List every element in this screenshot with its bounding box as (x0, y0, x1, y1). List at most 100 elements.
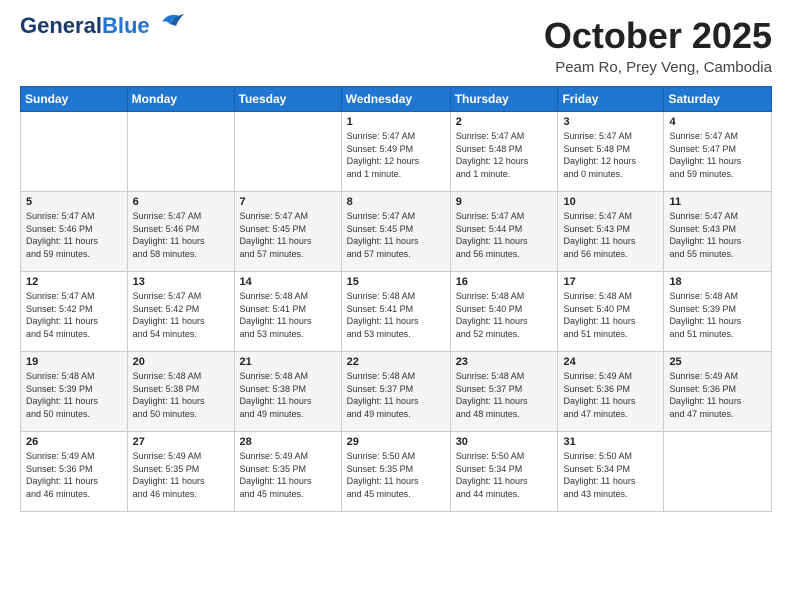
calendar-week-row: 5 Sunrise: 5:47 AM Sunset: 5:46 PM Daylig… (21, 192, 772, 272)
day-number: 15 (347, 276, 445, 288)
calendar-cell: 23 Sunrise: 5:48 AM Sunset: 5:37 PM Dayli… (450, 352, 558, 432)
calendar-cell: 6 Sunrise: 5:47 AM Sunset: 5:46 PM Daylig… (127, 192, 234, 272)
calendar-cell: 5 Sunrise: 5:47 AM Sunset: 5:46 PM Daylig… (21, 192, 128, 272)
day-number: 23 (456, 356, 553, 368)
day-number: 24 (563, 356, 658, 368)
day-info: Sunrise: 5:49 AM Sunset: 5:35 PM Dayligh… (240, 450, 336, 500)
calendar-cell: 22Sunrise: 5:48 AM Sunset: 5:37 PM Dayli… (341, 352, 450, 432)
day-number: 18 (669, 276, 766, 288)
day-number: 11 (669, 196, 766, 208)
weekday-header: Wednesday (341, 87, 450, 112)
day-number: 21 (240, 356, 336, 368)
day-number: 1 (347, 116, 445, 128)
day-number: 20 (133, 356, 229, 368)
day-info: Sunrise: 5:47 AM Sunset: 5:43 PM Dayligh… (563, 210, 658, 260)
day-info: Sunrise: 5:47 AM Sunset: 5:47 PM Dayligh… (669, 130, 766, 180)
day-number: 28 (240, 436, 336, 448)
calendar-cell: 15Sunrise: 5:48 AM Sunset: 5:41 PM Dayli… (341, 272, 450, 352)
day-info: Sunrise: 5:48 AM Sunset: 5:37 PM Dayligh… (456, 370, 553, 420)
day-info: Sunrise: 5:48 AM Sunset: 5:41 PM Dayligh… (240, 290, 336, 340)
day-number: 9 (456, 196, 553, 208)
calendar-cell: 17 Sunrise: 5:48 AM Sunset: 5:40 PM Dayli… (558, 272, 664, 352)
day-number: 3 (563, 116, 658, 128)
day-number: 30 (456, 436, 553, 448)
day-number: 5 (26, 196, 122, 208)
calendar-cell (21, 112, 128, 192)
calendar-cell: 11 Sunrise: 5:47 AM Sunset: 5:43 PM Dayli… (664, 192, 772, 272)
weekday-header: Monday (127, 87, 234, 112)
calendar-cell: 10 Sunrise: 5:47 AM Sunset: 5:43 PM Dayli… (558, 192, 664, 272)
day-info: Sunrise: 5:47 AM Sunset: 5:49 PM Dayligh… (347, 130, 445, 180)
calendar-cell: 29Sunrise: 5:50 AM Sunset: 5:35 PM Dayli… (341, 432, 450, 512)
logo: GeneralBlue (20, 15, 184, 37)
header: GeneralBlue October 2025 Peam Ro, Prey V… (20, 15, 772, 76)
calendar-cell: 12 Sunrise: 5:47 AM Sunset: 5:42 PM Dayli… (21, 272, 128, 352)
weekday-header: Tuesday (234, 87, 341, 112)
day-info: Sunrise: 5:50 AM Sunset: 5:34 PM Dayligh… (456, 450, 553, 500)
day-number: 14 (240, 276, 336, 288)
day-number: 27 (133, 436, 229, 448)
calendar-cell: 30 Sunrise: 5:50 AM Sunset: 5:34 PM Dayli… (450, 432, 558, 512)
calendar-week-row: 12 Sunrise: 5:47 AM Sunset: 5:42 PM Dayli… (21, 272, 772, 352)
calendar-cell: 31 Sunrise: 5:50 AM Sunset: 5:34 PM Dayli… (558, 432, 664, 512)
weekday-header: Thursday (450, 87, 558, 112)
day-info: Sunrise: 5:48 AM Sunset: 5:37 PM Dayligh… (347, 370, 445, 420)
day-number: 31 (563, 436, 658, 448)
calendar-header-row: SundayMondayTuesdayWednesdayThursdayFrid… (21, 87, 772, 112)
calendar-cell: 2 Sunrise: 5:47 AM Sunset: 5:48 PM Daylig… (450, 112, 558, 192)
logo-general: General (20, 13, 102, 38)
day-number: 13 (133, 276, 229, 288)
day-number: 10 (563, 196, 658, 208)
day-info: Sunrise: 5:50 AM Sunset: 5:34 PM Dayligh… (563, 450, 658, 500)
day-info: Sunrise: 5:47 AM Sunset: 5:48 PM Dayligh… (456, 130, 553, 180)
calendar-cell: 7Sunrise: 5:47 AM Sunset: 5:45 PM Daylig… (234, 192, 341, 272)
calendar-week-row: 19 Sunrise: 5:48 AM Sunset: 5:39 PM Dayli… (21, 352, 772, 432)
calendar-cell: 14 Sunrise: 5:48 AM Sunset: 5:41 PM Dayli… (234, 272, 341, 352)
day-info: Sunrise: 5:47 AM Sunset: 5:46 PM Dayligh… (26, 210, 122, 260)
day-number: 2 (456, 116, 553, 128)
logo-text: GeneralBlue (20, 15, 150, 37)
calendar-cell: 26Sunrise: 5:49 AM Sunset: 5:36 PM Dayli… (21, 432, 128, 512)
day-info: Sunrise: 5:47 AM Sunset: 5:42 PM Dayligh… (133, 290, 229, 340)
logo-blue: Blue (102, 13, 150, 38)
calendar-cell: 24 Sunrise: 5:49 AM Sunset: 5:36 PM Dayli… (558, 352, 664, 432)
calendar-cell (127, 112, 234, 192)
calendar-cell: 1 Sunrise: 5:47 AM Sunset: 5:49 PM Daylig… (341, 112, 450, 192)
calendar-cell: 25Sunrise: 5:49 AM Sunset: 5:36 PM Dayli… (664, 352, 772, 432)
calendar-cell: 27Sunrise: 5:49 AM Sunset: 5:35 PM Dayli… (127, 432, 234, 512)
calendar-week-row: 1 Sunrise: 5:47 AM Sunset: 5:49 PM Daylig… (21, 112, 772, 192)
day-number: 17 (563, 276, 658, 288)
calendar-cell: 3Sunrise: 5:47 AM Sunset: 5:48 PM Daylig… (558, 112, 664, 192)
day-info: Sunrise: 5:47 AM Sunset: 5:45 PM Dayligh… (240, 210, 336, 260)
day-info: Sunrise: 5:49 AM Sunset: 5:36 PM Dayligh… (563, 370, 658, 420)
day-info: Sunrise: 5:48 AM Sunset: 5:39 PM Dayligh… (669, 290, 766, 340)
day-info: Sunrise: 5:48 AM Sunset: 5:39 PM Dayligh… (26, 370, 122, 420)
day-number: 19 (26, 356, 122, 368)
calendar-cell: 4 Sunrise: 5:47 AM Sunset: 5:47 PM Daylig… (664, 112, 772, 192)
calendar-cell: 18 Sunrise: 5:48 AM Sunset: 5:39 PM Dayli… (664, 272, 772, 352)
day-number: 25 (669, 356, 766, 368)
day-info: Sunrise: 5:47 AM Sunset: 5:44 PM Dayligh… (456, 210, 553, 260)
calendar-week-row: 26Sunrise: 5:49 AM Sunset: 5:36 PM Dayli… (21, 432, 772, 512)
day-info: Sunrise: 5:48 AM Sunset: 5:40 PM Dayligh… (563, 290, 658, 340)
day-number: 8 (347, 196, 445, 208)
calendar-cell: 8 Sunrise: 5:47 AM Sunset: 5:45 PM Daylig… (341, 192, 450, 272)
calendar-cell: 13 Sunrise: 5:47 AM Sunset: 5:42 PM Dayli… (127, 272, 234, 352)
day-info: Sunrise: 5:48 AM Sunset: 5:38 PM Dayligh… (240, 370, 336, 420)
calendar-cell: 9 Sunrise: 5:47 AM Sunset: 5:44 PM Daylig… (450, 192, 558, 272)
weekday-header: Sunday (21, 87, 128, 112)
day-info: Sunrise: 5:47 AM Sunset: 5:42 PM Dayligh… (26, 290, 122, 340)
weekday-header: Friday (558, 87, 664, 112)
day-info: Sunrise: 5:47 AM Sunset: 5:45 PM Dayligh… (347, 210, 445, 260)
calendar-cell (234, 112, 341, 192)
day-number: 6 (133, 196, 229, 208)
day-number: 4 (669, 116, 766, 128)
title-block: October 2025 Peam Ro, Prey Veng, Cambodi… (544, 15, 772, 76)
day-info: Sunrise: 5:47 AM Sunset: 5:46 PM Dayligh… (133, 210, 229, 260)
day-number: 12 (26, 276, 122, 288)
day-number: 16 (456, 276, 553, 288)
calendar-cell: 20 Sunrise: 5:48 AM Sunset: 5:38 PM Dayli… (127, 352, 234, 432)
day-info: Sunrise: 5:48 AM Sunset: 5:38 PM Dayligh… (133, 370, 229, 420)
day-info: Sunrise: 5:47 AM Sunset: 5:43 PM Dayligh… (669, 210, 766, 260)
calendar-cell: 28 Sunrise: 5:49 AM Sunset: 5:35 PM Dayli… (234, 432, 341, 512)
